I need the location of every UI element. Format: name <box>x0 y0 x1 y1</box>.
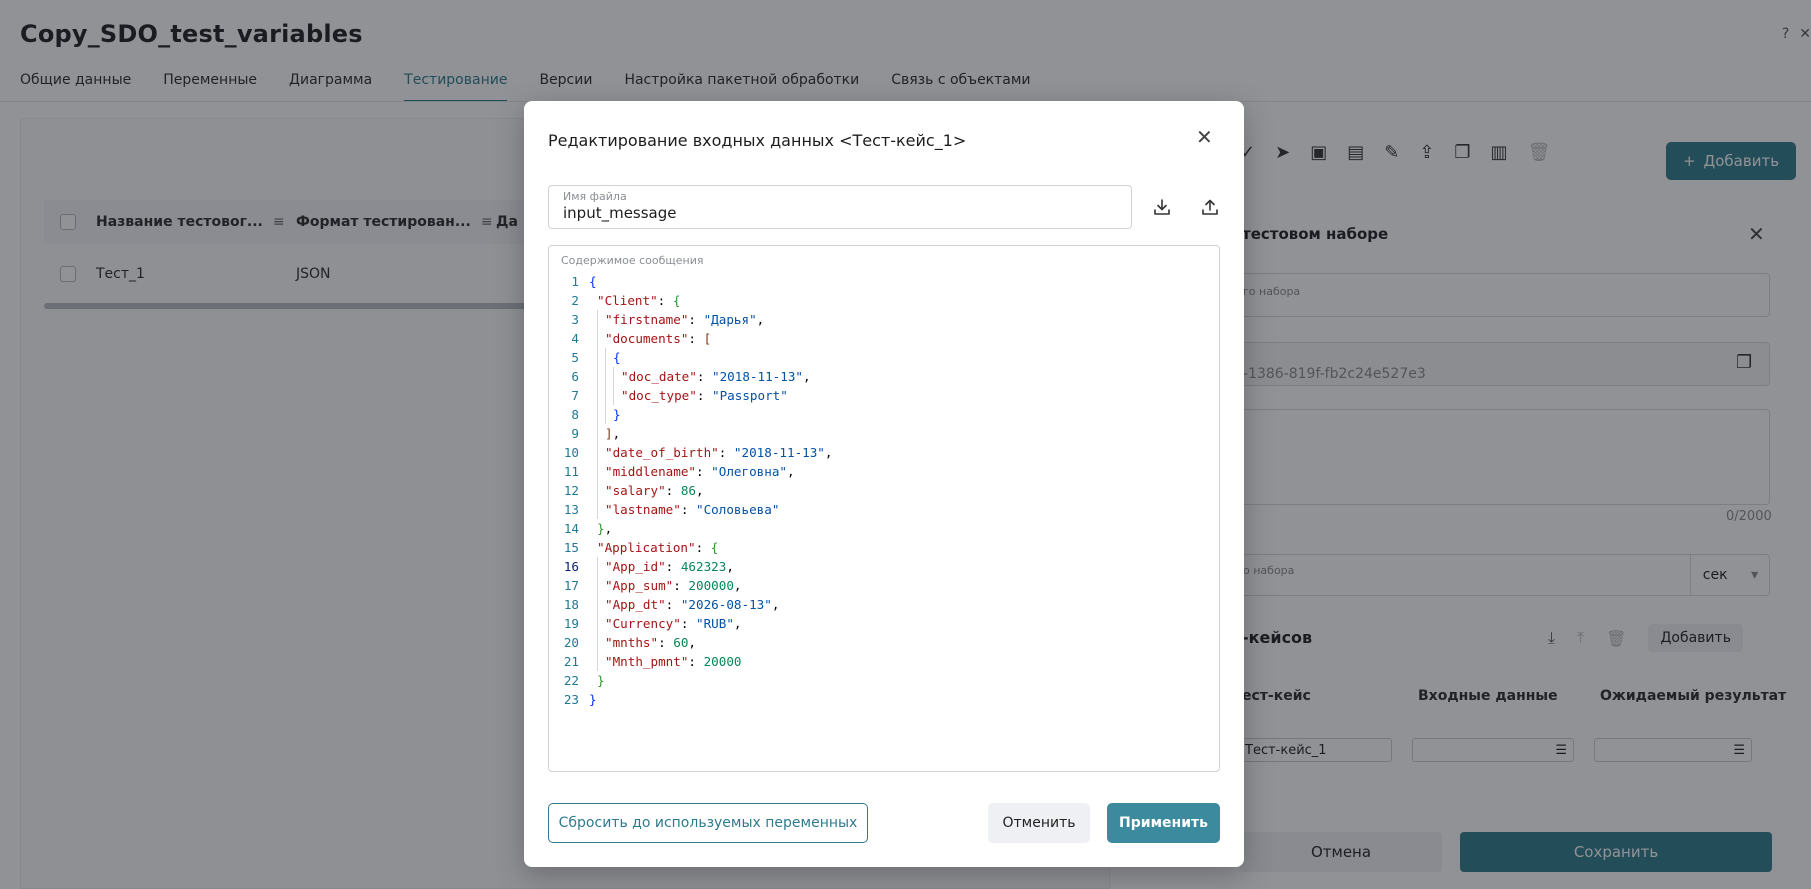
line-number: 2 <box>571 293 579 308</box>
line-number: 10 <box>563 445 579 460</box>
code-line: 6 "doc_date": "2018-11-13", <box>555 367 833 386</box>
code-text: } <box>589 692 597 707</box>
line-number: 7 <box>571 388 579 403</box>
code-line: 11 "middlename": "Олеговна", <box>555 462 833 481</box>
code-line: 8} <box>555 405 833 424</box>
code-line: 23} <box>555 690 833 709</box>
code-line: 2 "Client": { <box>555 291 833 310</box>
code-text: "salary": 86, <box>589 481 704 500</box>
line-number: 6 <box>571 369 579 384</box>
code-line: 14}, <box>555 519 833 538</box>
line-number: 12 <box>563 483 579 498</box>
line-number: 15 <box>563 540 579 555</box>
code-line: 20 "mnths": 60, <box>555 633 833 652</box>
line-number: 16 <box>563 559 579 574</box>
code-text: "doc_type": "Passport" <box>589 386 788 405</box>
code-line: 18 "App_dt": "2026-08-13", <box>555 595 833 614</box>
code-line: 5{ <box>555 348 833 367</box>
code-line: 7 "doc_type": "Passport" <box>555 386 833 405</box>
code-line: 12 "salary": 86, <box>555 481 833 500</box>
reset-variables-button[interactable]: Сбросить до используемых переменных <box>548 803 868 843</box>
line-number: 18 <box>563 597 579 612</box>
code-text: } <box>597 673 605 688</box>
line-number: 20 <box>563 635 579 650</box>
code-text: "Mnth_pmnt": 20000 <box>589 652 742 671</box>
line-number: 22 <box>563 673 579 688</box>
code-text: { <box>589 274 597 289</box>
file-name-input[interactable] <box>563 204 1123 222</box>
code-text: "Currency": "RUB", <box>589 614 742 633</box>
cancel-button[interactable]: Отменить <box>988 803 1090 843</box>
code-line: 15 "Application": { <box>555 538 833 557</box>
modal-title: Редактирование входных данных <Тест-кейс… <box>548 131 967 150</box>
download-icon[interactable] <box>1148 193 1176 221</box>
code-line: 21 "Mnth_pmnt": 20000 <box>555 652 833 671</box>
code-text: "doc_date": "2018-11-13", <box>589 367 811 386</box>
line-number: 11 <box>563 464 579 479</box>
line-number: 8 <box>571 407 579 422</box>
line-number: 1 <box>571 274 579 289</box>
line-number: 5 <box>571 350 579 365</box>
code-line: 1{ <box>555 272 833 291</box>
line-number: 13 <box>563 502 579 517</box>
code-text: "documents": [ <box>589 329 711 348</box>
code-line: 10 "date_of_birth": "2018-11-13", <box>555 443 833 462</box>
code-line: 3 "firstname": "Дарья", <box>555 310 833 329</box>
code-text: "Client": { <box>597 293 681 308</box>
code-line: 4 "documents": [ <box>555 329 833 348</box>
code-text: "lastname": "Соловьева" <box>589 500 779 519</box>
code-text: "mnths": 60, <box>589 633 696 652</box>
upload-icon[interactable] <box>1196 193 1224 221</box>
code-text: "Application": { <box>597 540 719 555</box>
line-number: 14 <box>563 521 579 536</box>
code-area[interactable]: 1{2 "Client": {3 "firstname": "Дарья", 4 "do… <box>555 272 833 709</box>
line-number: 9 <box>571 426 579 441</box>
code-text: } <box>589 405 621 424</box>
code-text: "date_of_birth": "2018-11-13", <box>589 443 833 462</box>
code-text: "firstname": "Дарья", <box>589 310 764 329</box>
line-number: 17 <box>563 578 579 593</box>
line-number: 21 <box>563 654 579 669</box>
line-number: 23 <box>563 692 579 707</box>
code-text: "App_id": 462323, <box>589 557 734 576</box>
line-number: 3 <box>571 312 579 327</box>
file-name-label: Имя файла <box>563 190 627 203</box>
code-line: 16 "App_id": 462323, <box>555 557 833 576</box>
code-line: 19 "Currency": "RUB", <box>555 614 833 633</box>
line-number: 19 <box>563 616 579 631</box>
code-text: ], <box>589 424 620 443</box>
code-text: "App_sum": 200000, <box>589 576 742 595</box>
message-content-label: Содержимое сообщения <box>561 254 704 267</box>
code-text: }, <box>597 521 613 536</box>
close-icon[interactable]: ✕ <box>1196 125 1213 149</box>
line-number: 4 <box>571 331 579 346</box>
code-line: 9], <box>555 424 833 443</box>
edit-input-data-modal: Редактирование входных данных <Тест-кейс… <box>524 101 1244 867</box>
code-text: "middlename": "Олеговна", <box>589 462 795 481</box>
code-line: 22} <box>555 671 833 690</box>
code-line: 17 "App_sum": 200000, <box>555 576 833 595</box>
code-line: 13 "lastname": "Соловьева" <box>555 500 833 519</box>
code-text: "App_dt": "2026-08-13", <box>589 595 779 614</box>
file-name-field[interactable]: Имя файла <box>548 185 1132 229</box>
message-content-editor[interactable]: Содержимое сообщения 1{2 "Client": {3 "fir… <box>548 245 1220 772</box>
code-text: { <box>589 348 621 367</box>
apply-button[interactable]: Применить <box>1107 803 1220 843</box>
